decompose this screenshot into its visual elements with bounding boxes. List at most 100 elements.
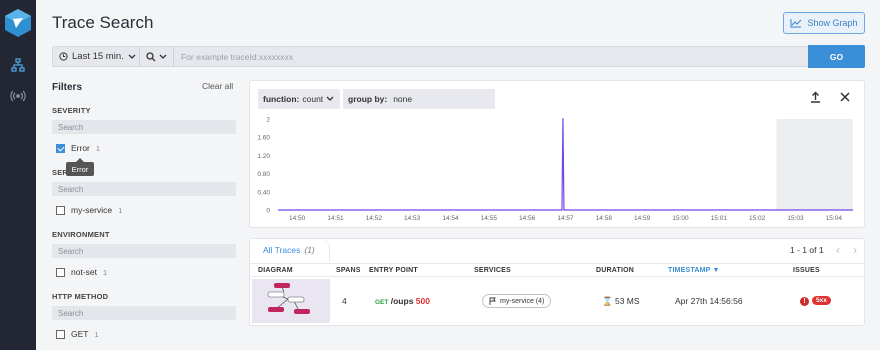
http-method-search-input[interactable] (52, 306, 236, 320)
filter-option-count: 1 (103, 267, 108, 277)
tooltip: Error (66, 158, 94, 176)
x-tick-label: 15:02 (749, 215, 766, 222)
graph-panel: function: count group by: none 0 0.40 0.80… (249, 80, 865, 228)
service-pill[interactable]: my-service (4) (482, 294, 552, 308)
my-service-checkbox[interactable] (56, 205, 65, 215)
not-set-checkbox[interactable] (56, 267, 65, 277)
filter-option-get[interactable]: GET 1 (56, 329, 99, 339)
duration-value: 53 MS (614, 296, 640, 306)
x-tick-label: 14:52 (366, 215, 383, 222)
trace-diagram[interactable] (252, 279, 330, 323)
table-row[interactable]: 4 GET /oups 500 my-service (4) ⌛ 53 MS A… (250, 277, 864, 325)
function-select[interactable]: function: count (258, 89, 340, 109)
filter-option-my-service[interactable]: my-service 1 (56, 205, 122, 215)
severity-search-input[interactable] (52, 120, 236, 134)
service-label: my-service (4) (500, 297, 545, 305)
filter-option-label: not-set (71, 267, 97, 277)
x-tick-label: 14:56 (519, 215, 536, 222)
issue-badge[interactable]: 5xx (812, 296, 831, 305)
x-tick-label: 14:50 (289, 215, 306, 222)
traces-nav-icon[interactable] (8, 55, 28, 75)
x-tick-label: 14:59 (634, 215, 651, 222)
time-range-select[interactable]: Last 15 min. (53, 47, 140, 66)
tab-all-traces[interactable]: All Traces (1) (250, 239, 330, 261)
line-chart-icon (790, 19, 802, 28)
group-by-select[interactable]: group by: none (343, 89, 495, 109)
time-range-label: Last 15 min. (72, 51, 124, 62)
hourglass-icon: ⌛ (602, 296, 613, 306)
filter-section-severity: SEVERITY (52, 106, 91, 115)
sort-desc-icon: ▼ (712, 267, 720, 274)
column-header-timestamp[interactable]: TIMESTAMP ▼ (668, 267, 720, 274)
y-tick-label: 1.20 (257, 153, 270, 160)
group-by-value: none (393, 94, 413, 104)
y-tick-label: 2 (266, 117, 270, 124)
search-icon (146, 51, 156, 61)
spans-count: 4 (342, 296, 347, 306)
flag-icon (489, 297, 496, 305)
close-icon[interactable] (837, 89, 853, 105)
service-search-input[interactable] (52, 182, 236, 196)
query-input[interactable] (181, 47, 781, 66)
http-status: 500 (415, 296, 430, 306)
x-tick-label: 15:01 (711, 215, 728, 222)
filter-option-error[interactable]: Error 1 (56, 143, 100, 153)
column-header-spans[interactable]: SPANS (336, 267, 361, 274)
table-header: DIAGRAM SPANS ENTRY POINT SERVICES DURAT… (250, 263, 864, 277)
query-mode-select[interactable] (140, 47, 174, 66)
y-tick-label: 0 (266, 208, 270, 215)
chevron-right-icon[interactable]: › (853, 243, 857, 257)
go-button[interactable]: GO (808, 45, 865, 68)
filter-option-count: 1 (118, 205, 123, 215)
app-logo[interactable] (4, 8, 32, 38)
show-graph-button[interactable]: Show Graph (783, 12, 865, 34)
function-value: count (302, 94, 324, 104)
tab-count: (1) (304, 245, 315, 255)
column-header-issues[interactable]: ISSUES (793, 267, 820, 274)
x-tick-label: 14:51 (327, 215, 344, 222)
column-header-diagram: DIAGRAM (258, 267, 293, 274)
page-title: Trace Search (52, 13, 154, 32)
filter-section-environment: ENVIRONMENT (52, 230, 110, 239)
filter-option-count: 1 (94, 329, 99, 339)
filter-option-label: Error (71, 143, 90, 153)
filter-option-not-set[interactable]: not-set 1 (56, 267, 107, 277)
data-point (562, 118, 564, 120)
environment-search-input[interactable] (52, 244, 236, 258)
y-tick-label: 0.80 (257, 171, 270, 178)
shaded-region (776, 119, 853, 210)
x-tick-label: 15:04 (826, 215, 843, 222)
entry-point[interactable]: GET /oups 500 (375, 296, 430, 306)
chevron-left-icon[interactable]: ‹ (836, 243, 840, 257)
column-header-duration[interactable]: DURATION (596, 267, 634, 274)
clear-all-link[interactable]: Clear all (202, 81, 233, 91)
column-header-services[interactable]: SERVICES (474, 267, 511, 274)
y-tick-label: 0.40 (257, 189, 270, 196)
chevron-down-icon (128, 54, 136, 59)
timestamp: Apr 27th 14:56:56 (675, 296, 743, 306)
filters-title: Filters (52, 82, 83, 93)
error-checkbox[interactable] (56, 143, 65, 153)
chevron-down-icon (326, 96, 334, 101)
broadcast-nav-icon[interactable] (8, 86, 28, 106)
group-by-label: group by: (348, 94, 388, 104)
trace-count-chart: 0 0.40 0.80 1.20 1.60 2 14:50 14:51 14:52 14:53 14… (257, 117, 853, 222)
entry-path: /oups (390, 296, 414, 306)
duration: ⌛ 53 MS (602, 296, 640, 307)
error-alert-icon: ! (800, 297, 809, 306)
show-graph-label: Show Graph (807, 18, 858, 28)
x-tick-label: 15:03 (787, 215, 804, 222)
x-tick-label: 14:57 (557, 215, 574, 222)
column-header-entry-point[interactable]: ENTRY POINT (369, 267, 418, 274)
export-icon[interactable] (807, 89, 823, 105)
pagination-text: 1 - 1 of 1 (790, 245, 824, 255)
x-tick-label: 14:53 (404, 215, 421, 222)
series-line (278, 118, 853, 211)
filter-section-http-method: HTTP METHOD (52, 292, 109, 301)
tab-label: All Traces (263, 245, 301, 255)
get-checkbox[interactable] (56, 329, 65, 339)
clock-icon (59, 52, 68, 61)
filter-option-count: 1 (95, 143, 101, 153)
x-tick-label: 14:58 (596, 215, 613, 222)
x-tick-label: 14:54 (442, 215, 459, 222)
